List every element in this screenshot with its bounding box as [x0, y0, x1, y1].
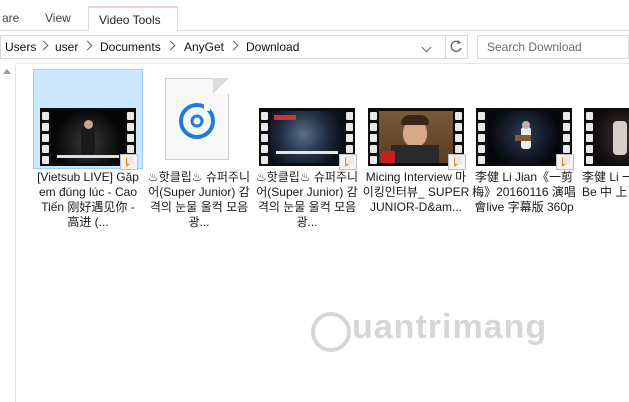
film-perforation [127, 156, 134, 164]
film-perforation [370, 123, 377, 131]
film-perforation [127, 145, 134, 153]
file-item[interactable]: 李健 Li 一生所爱 It Be 中 上，是李 [578, 70, 629, 200]
scroll-up-icon[interactable] [3, 69, 11, 74]
film-perforation [586, 156, 593, 164]
tab-video-tools[interactable]: Video Tools [88, 6, 178, 33]
search-placeholder: Search Download [487, 40, 582, 54]
film-perforation [455, 145, 462, 153]
crumb-users[interactable]: Users [5, 40, 36, 54]
film-perforation [127, 123, 134, 131]
film-perforation [127, 112, 134, 120]
film-perforation [563, 145, 570, 153]
film-perforation [346, 112, 353, 120]
film-perforation [478, 112, 485, 120]
tab-view[interactable]: View [35, 6, 81, 30]
file-item[interactable]: 李健 Li Jian《一剪梅》20160116 演唱會live 字幕版 360p [470, 70, 578, 215]
film-perforation [261, 123, 268, 131]
film-perforation [42, 112, 49, 120]
film-perforation [346, 123, 353, 131]
file-thumbnail[interactable] [33, 69, 143, 170]
file-item[interactable]: [Vietsub LIVE] Gặp em đúng lúc - Cao Tiế… [33, 69, 143, 230]
file-thumbnail[interactable] [145, 70, 253, 168]
chevron-right-icon[interactable] [38, 40, 49, 51]
film-perforation [346, 145, 353, 153]
video-thumbnail-icon [584, 108, 629, 166]
address-row: Users user Documents AnyGet Download Sea… [0, 31, 629, 64]
film-perforation [563, 123, 570, 131]
ribbon: are View Video Tools [0, 0, 629, 33]
film-perforation [370, 156, 377, 164]
search-input[interactable]: Search Download [477, 35, 629, 59]
film-perforation [478, 123, 485, 131]
navigation-pane[interactable] [0, 63, 16, 402]
film-perforation [261, 112, 268, 120]
chevron-right-icon[interactable] [228, 40, 239, 51]
file-thumbnail[interactable] [470, 70, 578, 170]
crumb-anyget[interactable]: AnyGet [184, 40, 224, 54]
file-name: 李健 Li Jian《一剪梅》20160116 演唱會live 字幕版 360p [472, 170, 576, 214]
chevron-right-icon[interactable] [165, 40, 176, 51]
file-name: ♨핫클립♨ 슈퍼주니어(Super Junior) 감격의 눈물 울컥 모음 광… [147, 170, 251, 229]
film-perforation [478, 156, 485, 164]
tab-share[interactable]: are [0, 6, 29, 30]
watermark: uantrimang [352, 308, 548, 346]
watermark-logo-icon [311, 312, 351, 352]
chevron-down-icon[interactable] [421, 42, 432, 53]
film-perforation [346, 156, 353, 164]
file-item[interactable]: ♨핫클립♨ 슈퍼주니어(Super Junior) 감격의 눈물 울컥 모음 광… [145, 70, 253, 230]
film-perforation [455, 156, 462, 164]
video-thumbnail-icon [368, 108, 466, 170]
film-perforation [478, 134, 485, 142]
film-perforation [563, 112, 570, 120]
film-perforation [455, 123, 462, 131]
groove-music-icon [179, 103, 215, 139]
file-item[interactable]: Micing Interview 마이킹인터뷰_ SUPER JUNIOR-D&… [362, 70, 470, 215]
file-thumbnail[interactable] [578, 70, 629, 168]
file-name: Micing Interview 마이킹인터뷰_ SUPER JUNIOR-D&… [362, 170, 470, 214]
file-item[interactable]: ♨핫클립♨ 슈퍼주니어(Super Junior) 감격의 눈물 울컥 모음 광… [253, 70, 361, 230]
crumb-documents[interactable]: Documents [100, 40, 161, 54]
film-perforation [42, 123, 49, 131]
audio-file-icon [165, 78, 229, 160]
film-perforation [586, 123, 593, 131]
film-perforation [478, 145, 485, 153]
crumb-user[interactable]: user [55, 40, 78, 54]
address-bar[interactable]: Users user Documents AnyGet Download [0, 35, 446, 59]
chevron-right-icon[interactable] [82, 40, 93, 51]
refresh-icon [450, 40, 462, 53]
film-perforation [127, 134, 134, 142]
video-thumbnail-icon [259, 108, 357, 170]
video-thumbnail-icon [476, 108, 574, 170]
film-perforation [370, 134, 377, 142]
film-perforation [346, 134, 353, 142]
film-perforation [370, 112, 377, 120]
file-name: 李健 Li 一生所爱 It Be 中 上，是李 [582, 170, 629, 199]
film-perforation [586, 134, 593, 142]
film-perforation [370, 145, 377, 153]
film-perforation [586, 145, 593, 153]
film-perforation [455, 134, 462, 142]
film-perforation [42, 134, 49, 142]
crumb-download[interactable]: Download [246, 40, 299, 54]
film-perforation [261, 156, 268, 164]
file-name: ♨핫클립♨ 슈퍼주니어(Super Junior) 감격의 눈물 울컥 모음 광… [255, 170, 359, 229]
file-name: [Vietsub LIVE] Gặp em đúng lúc - Cao Tiế… [37, 170, 139, 229]
film-perforation [42, 156, 49, 164]
film-perforation [563, 134, 570, 142]
refresh-button[interactable] [446, 35, 468, 59]
film-perforation [42, 145, 49, 153]
film-perforation [563, 156, 570, 164]
file-thumbnail[interactable] [362, 70, 470, 170]
film-perforation [455, 112, 462, 120]
video-thumbnail-icon [40, 108, 138, 170]
film-perforation [261, 134, 268, 142]
film-perforation [261, 145, 268, 153]
file-thumbnail[interactable] [253, 70, 361, 170]
film-perforation [586, 112, 593, 120]
